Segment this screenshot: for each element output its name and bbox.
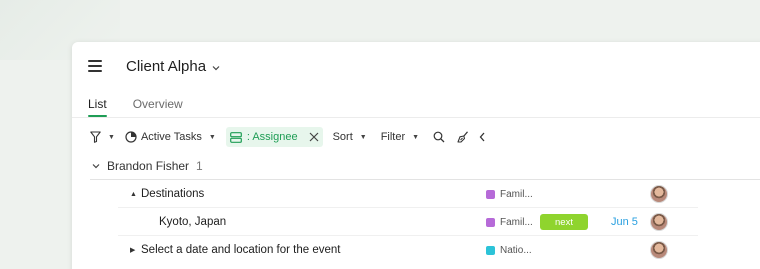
group-divider xyxy=(90,179,760,180)
task-name: Select a date and location for the event xyxy=(141,244,341,256)
caret-down-icon: ▼ xyxy=(108,133,115,141)
avatar[interactable] xyxy=(650,185,668,203)
task-name-cell: ▲ Destinations xyxy=(130,188,204,200)
chevron-left-icon[interactable] xyxy=(479,132,486,142)
chevron-down-icon xyxy=(212,65,220,70)
row-divider xyxy=(118,207,698,208)
task-row[interactable]: ▶ Select a date and location for the eve… xyxy=(72,237,760,263)
project-color-dot xyxy=(486,189,495,199)
project-label: Famil... xyxy=(500,216,533,228)
tabs-divider xyxy=(72,117,760,118)
filter-button[interactable]: Filter ▼ xyxy=(381,131,419,143)
tab-list[interactable]: List xyxy=(88,97,107,117)
project-label: Natio... xyxy=(500,244,532,256)
filter-label: Filter xyxy=(380,131,406,143)
toolbar: ▼ Active Tasks ▼ : Assignee Sort ▼ Filte… xyxy=(90,126,486,148)
group-header[interactable]: Brandon Fisher 1 xyxy=(92,159,203,173)
filter-menu-button[interactable]: ▼ xyxy=(90,131,115,143)
expand-triangle-icon[interactable]: ▶ xyxy=(130,246,136,254)
page-title: Client Alpha xyxy=(126,58,207,75)
due-date[interactable]: Jun 5 xyxy=(611,216,638,228)
sort-label: Sort xyxy=(332,131,353,143)
chevron-down-icon xyxy=(92,164,100,169)
project-color-dot xyxy=(486,217,495,227)
status-badge[interactable]: next xyxy=(540,214,588,230)
group-by-icon xyxy=(229,131,242,143)
caret-down-icon: ▼ xyxy=(412,133,420,141)
main-panel: Client Alpha List Overview ▼ Active Task… xyxy=(72,42,760,269)
project-tag[interactable]: Famil... xyxy=(486,217,533,228)
assignee-group-chip[interactable]: : Assignee xyxy=(225,127,323,147)
broom-icon[interactable] xyxy=(457,131,469,143)
project-tag[interactable]: Famil... xyxy=(486,189,533,200)
assignee-chip-label: : Assignee xyxy=(246,131,298,143)
tab-overview[interactable]: Overview xyxy=(133,97,183,117)
task-name: Destinations xyxy=(141,188,205,200)
task-name-cell: ▶ Select a date and location for the eve… xyxy=(130,244,340,256)
avatar[interactable] xyxy=(650,213,668,231)
project-title-dropdown[interactable]: Client Alpha xyxy=(126,58,220,75)
caret-down-icon: ▼ xyxy=(359,133,367,141)
avatar[interactable] xyxy=(650,241,668,259)
group-count: 1 xyxy=(196,159,203,173)
row-divider xyxy=(118,235,698,236)
task-name-cell: Kyoto, Japan xyxy=(159,216,226,228)
close-icon[interactable] xyxy=(309,132,319,142)
pie-chart-icon xyxy=(125,131,137,143)
active-tasks-label: Active Tasks xyxy=(140,131,202,143)
task-row[interactable]: Kyoto, Japan Famil... next Jun 5 xyxy=(72,209,760,235)
caret-down-icon: ▼ xyxy=(208,133,216,141)
sort-button[interactable]: Sort ▼ xyxy=(333,131,367,143)
funnel-icon xyxy=(90,131,101,143)
task-name: Kyoto, Japan xyxy=(159,216,227,228)
task-row[interactable]: ▲ Destinations Famil... xyxy=(72,181,760,207)
project-color-dot xyxy=(486,245,495,255)
active-tasks-button[interactable]: Active Tasks ▼ xyxy=(125,131,216,143)
view-tabs: List Overview xyxy=(88,97,183,117)
search-icon[interactable] xyxy=(433,131,445,143)
hamburger-icon[interactable] xyxy=(88,60,102,72)
project-tag[interactable]: Natio... xyxy=(486,245,532,256)
project-label: Famil... xyxy=(500,188,533,200)
collapse-triangle-icon[interactable]: ▲ xyxy=(130,191,137,198)
group-name: Brandon Fisher xyxy=(107,159,190,173)
